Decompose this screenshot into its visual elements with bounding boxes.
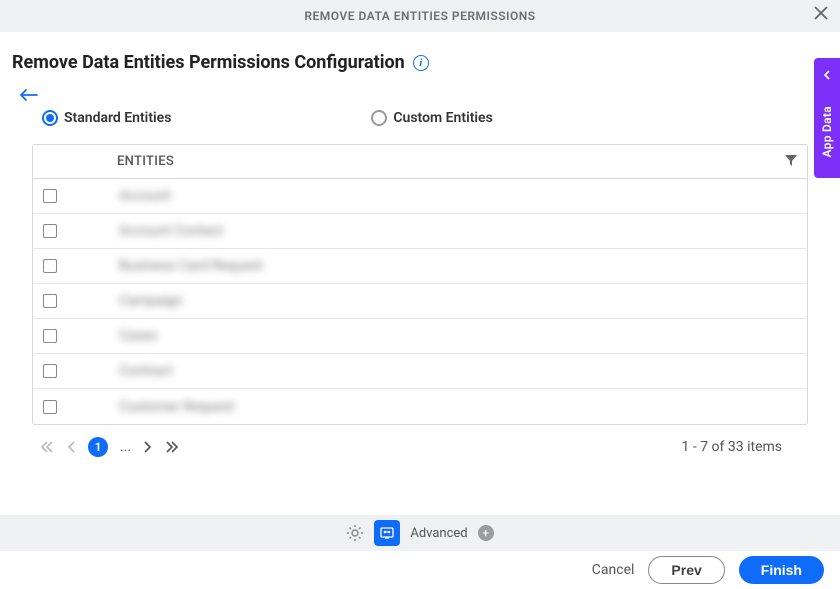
table-row: Contract xyxy=(33,354,807,389)
row-checkbox[interactable] xyxy=(43,224,57,238)
entity-name: Customer Request xyxy=(119,399,234,415)
back-arrow-icon[interactable] xyxy=(20,85,38,106)
page-first-icon[interactable] xyxy=(40,441,54,453)
page-title: Remove Data Entities Permissions Configu… xyxy=(12,52,405,73)
pagination-summary: 1 - 7 of 33 items xyxy=(682,439,782,455)
table-row: Cases xyxy=(33,319,807,354)
table-row: Campaign xyxy=(33,284,807,319)
radio-standard-entities[interactable]: Standard Entities xyxy=(42,110,171,126)
page-number-current[interactable]: 1 xyxy=(88,437,108,457)
row-checkbox[interactable] xyxy=(43,364,57,378)
entity-name: Business Card Request xyxy=(119,258,263,274)
page-prev-icon[interactable] xyxy=(66,441,76,453)
page-last-icon[interactable] xyxy=(165,441,179,453)
entities-table: ENTITIES Account Account Contact Busines… xyxy=(32,144,808,425)
modal-title: REMOVE DATA ENTITIES PERMISSIONS xyxy=(304,9,535,23)
entity-name: Account xyxy=(119,188,171,204)
info-icon[interactable]: i xyxy=(413,55,429,71)
row-checkbox[interactable] xyxy=(43,259,57,273)
footer-toolbar: Advanced + xyxy=(0,515,840,551)
page-next-icon[interactable] xyxy=(143,441,153,453)
table-row: Account xyxy=(33,179,807,214)
side-tab-label: App Data xyxy=(820,106,834,157)
row-checkbox[interactable] xyxy=(43,294,57,308)
table-row: Account Contact xyxy=(33,214,807,249)
add-icon[interactable]: + xyxy=(478,525,494,541)
pagination: 1 ... 1 - 7 of 33 items xyxy=(32,425,808,469)
entity-name: Account Contact xyxy=(119,223,223,239)
radio-label: Custom Entities xyxy=(393,110,492,126)
cancel-button[interactable]: Cancel xyxy=(592,562,635,578)
radio-selected-icon xyxy=(42,110,58,126)
gear-icon[interactable] xyxy=(346,524,364,542)
filter-icon[interactable] xyxy=(785,152,797,171)
radio-unselected-icon xyxy=(371,110,387,126)
advanced-label: Advanced xyxy=(410,526,467,541)
row-checkbox[interactable] xyxy=(43,189,57,203)
row-checkbox[interactable] xyxy=(43,329,57,343)
table-header: ENTITIES xyxy=(33,145,807,179)
table-row: Customer Request xyxy=(33,389,807,424)
row-checkbox[interactable] xyxy=(43,400,57,414)
table-row: Business Card Request xyxy=(33,249,807,284)
prev-button[interactable]: Prev xyxy=(648,556,724,584)
radio-label: Standard Entities xyxy=(64,110,171,126)
chevron-left-icon xyxy=(823,68,831,84)
entity-name: Campaign xyxy=(119,293,182,309)
entity-name: Cases xyxy=(119,328,158,344)
app-data-side-tab[interactable]: App Data xyxy=(814,58,840,178)
modal-header: REMOVE DATA ENTITIES PERMISSIONS xyxy=(0,0,840,32)
entity-name: Contract xyxy=(119,363,172,379)
finish-button[interactable]: Finish xyxy=(739,556,824,584)
radio-custom-entities[interactable]: Custom Entities xyxy=(371,110,492,126)
close-icon[interactable] xyxy=(814,6,828,24)
designer-icon[interactable] xyxy=(374,520,400,546)
action-bar: Cancel Prev Finish xyxy=(0,551,840,589)
page-more[interactable]: ... xyxy=(120,439,131,455)
table-header-label: ENTITIES xyxy=(117,154,174,169)
